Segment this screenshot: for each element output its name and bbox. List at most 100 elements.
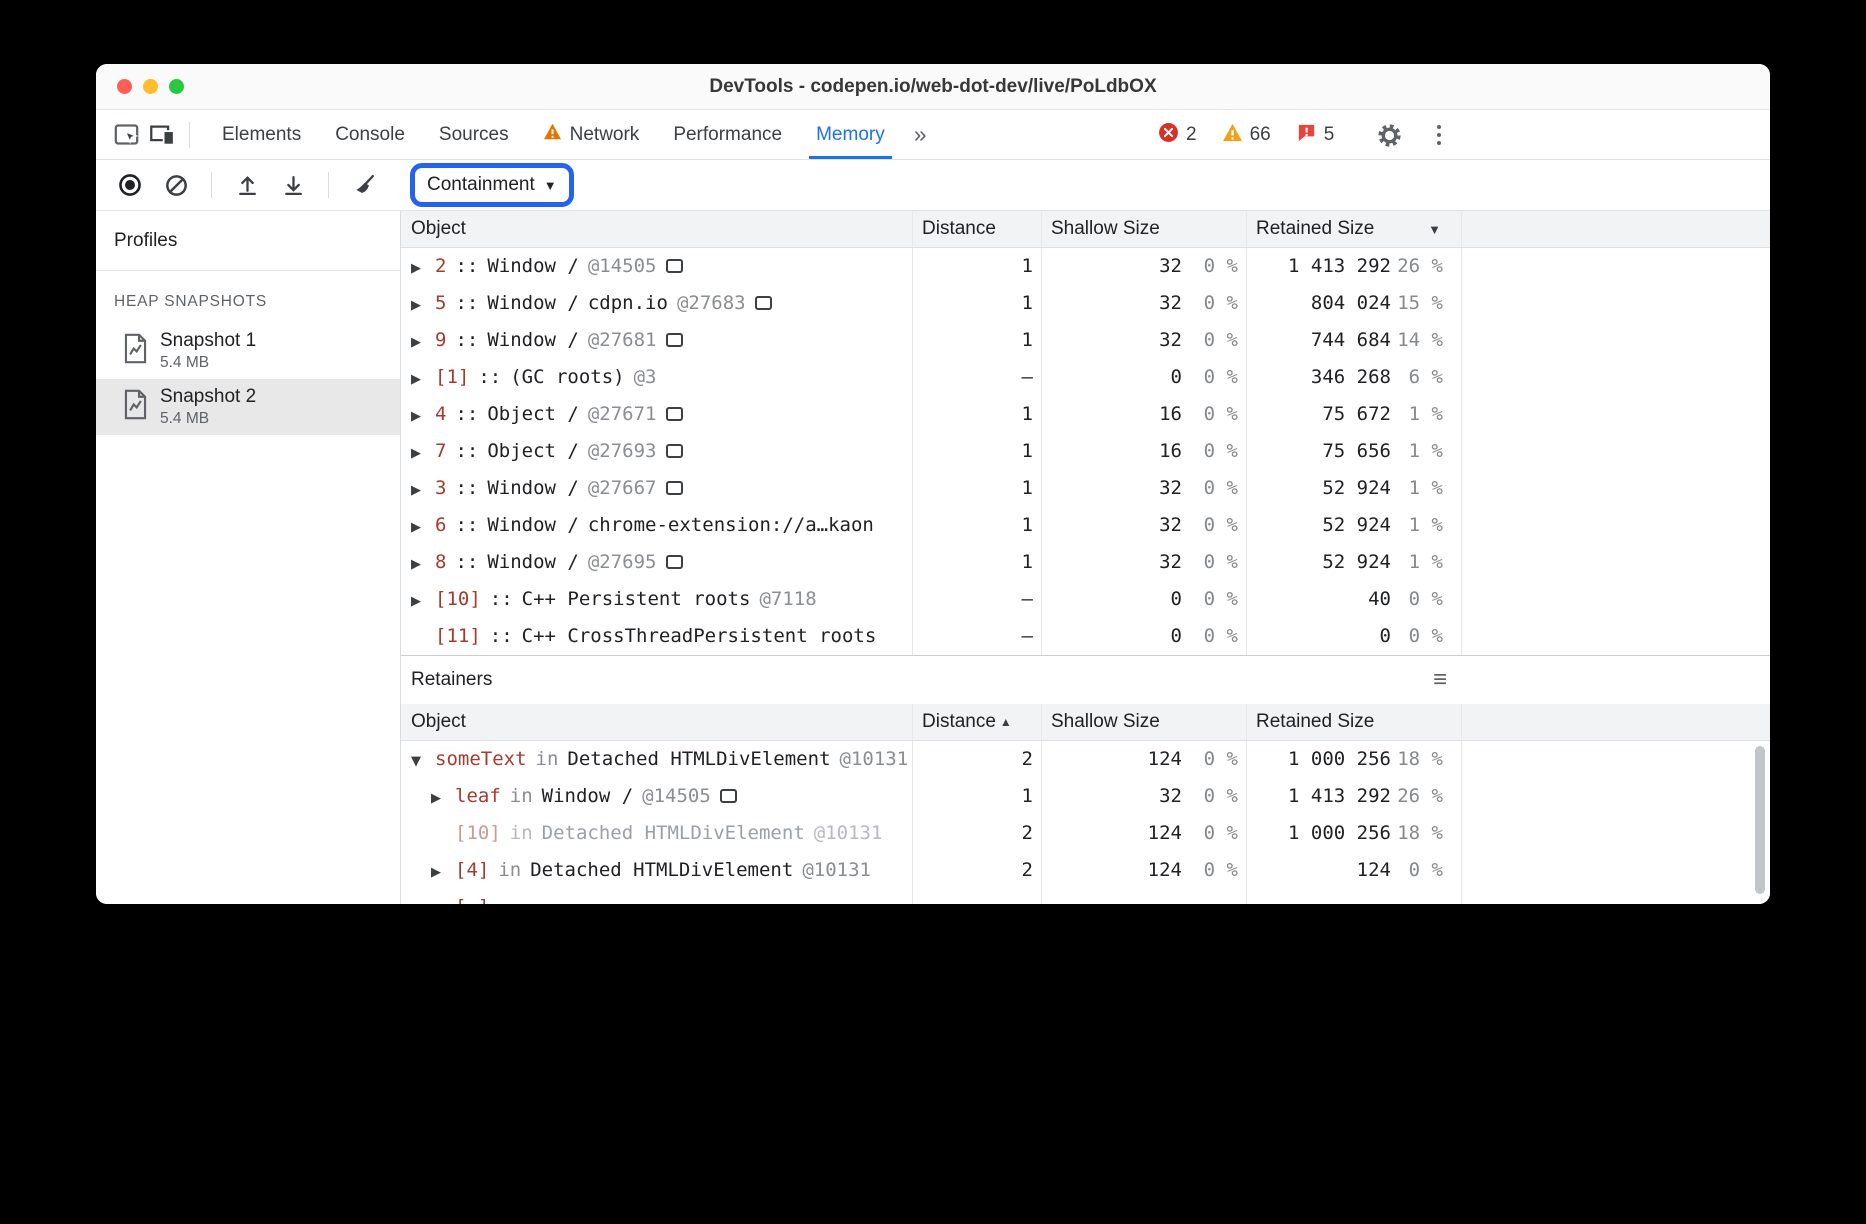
filler-cell xyxy=(1462,581,1770,618)
separator: :: xyxy=(455,440,478,462)
reveal-icon[interactable] xyxy=(666,259,683,273)
reveal-icon[interactable] xyxy=(666,444,683,458)
distance-cell: 1 xyxy=(913,285,1042,322)
inspect-element-icon[interactable] xyxy=(108,117,144,153)
minimize-button[interactable] xyxy=(143,79,158,94)
expand-arrow-icon[interactable]: ▶ xyxy=(411,398,435,433)
table-row[interactable]: ▶4::Object /@276711160 %75 6721 % xyxy=(401,396,1770,433)
expand-arrow-icon[interactable]: ▶ xyxy=(411,546,435,581)
tab-console[interactable]: Console xyxy=(318,110,422,159)
device-toolbar-icon[interactable] xyxy=(144,117,180,153)
object-name: Window / xyxy=(487,292,579,314)
table-row[interactable]: ▶[1]::(GC roots)@3–00 %346 2686 % xyxy=(401,359,1770,396)
retainers-bar: Retainers ≡ xyxy=(401,655,1770,704)
reveal-icon[interactable] xyxy=(666,333,683,347)
table-row[interactable]: ▶[10]::C++ Persistent roots@7118–00 %400… xyxy=(401,581,1770,618)
expand-arrow-icon[interactable]: ▶ xyxy=(411,583,435,618)
expand-arrow-icon[interactable]: ▶ xyxy=(431,780,455,815)
desktop-background: DevTools - codepen.io/web-dot-dev/live/P… xyxy=(0,0,1866,1224)
object-cell: ▶8::Window /@27695 xyxy=(401,544,913,581)
object-id: @3 xyxy=(634,366,657,388)
retained-size-percent: 18 % xyxy=(1391,741,1461,778)
reveal-icon[interactable] xyxy=(755,296,772,310)
column-header-retained-size[interactable]: Retained Size ▼ xyxy=(1247,211,1462,247)
column-header-object[interactable]: Object xyxy=(401,211,913,247)
retained-size-percent: 1 % xyxy=(1391,470,1461,507)
column-header-distance[interactable]: Distance xyxy=(913,211,1042,247)
tab-network[interactable]: Network xyxy=(526,110,657,159)
retained-size-cell: 52 9241 % xyxy=(1247,507,1462,544)
column-header-shallow-size[interactable]: Shallow Size xyxy=(1042,211,1247,247)
shallow-size-value: 16 xyxy=(1042,433,1182,470)
expand-arrow-icon[interactable]: ▶ xyxy=(431,854,455,889)
reveal-icon[interactable] xyxy=(666,555,683,569)
table-row[interactable]: [10]inDetached HTMLDivElement@1013121240… xyxy=(401,815,1770,852)
save-profile-button[interactable] xyxy=(273,165,313,205)
tab-label: Console xyxy=(335,124,405,146)
retainer-property: […] xyxy=(455,896,489,904)
column-header-distance[interactable]: Distance ▲ xyxy=(913,704,1042,740)
object-ordinal: 6 xyxy=(435,514,446,536)
table-row[interactable]: ▶6::Window /chrome-extension://a…kaon132… xyxy=(401,507,1770,544)
heap-snapshots-section-label: HEAP SNAPSHOTS xyxy=(114,293,400,311)
object-id: @7118 xyxy=(759,588,816,610)
separator: :: xyxy=(455,329,478,351)
expand-arrow-icon[interactable]: ▶ xyxy=(411,435,435,470)
scrollbar-thumb[interactable] xyxy=(1755,746,1765,894)
distance-cell: 1 xyxy=(913,507,1042,544)
snapshot-item[interactable]: Snapshot 25.4 MB xyxy=(96,379,400,435)
expand-arrow-icon[interactable]: ▶ xyxy=(411,509,435,544)
clear-profiles-button[interactable] xyxy=(156,165,196,205)
warning-counter[interactable]: 66 xyxy=(1222,123,1271,147)
shallow-size-cell: 320 % xyxy=(1042,322,1247,359)
snapshot-item[interactable]: Snapshot 15.4 MB xyxy=(96,323,400,379)
filler-cell xyxy=(1462,852,1770,889)
zoom-button[interactable] xyxy=(169,79,184,94)
column-header-object[interactable]: Object xyxy=(401,704,913,740)
retainers-title: Retainers xyxy=(411,669,492,691)
retained-size-percent: 15 % xyxy=(1391,285,1461,322)
table-row[interactable]: [11]::C++ CrossThreadPersistent roots–00… xyxy=(401,618,1770,655)
expand-arrow-icon[interactable]: ▶ xyxy=(411,324,435,359)
column-header-retained-size[interactable]: Retained Size xyxy=(1247,704,1462,740)
view-selector-dropdown[interactable]: Containment ▼ xyxy=(418,169,566,201)
tab-sources[interactable]: Sources xyxy=(422,110,526,159)
expand-arrow-icon[interactable]: ▶ xyxy=(411,287,435,322)
kebab-menu-icon[interactable] xyxy=(1421,117,1457,153)
record-heap-snapshot-button[interactable] xyxy=(110,165,150,205)
expand-arrow-icon[interactable]: ▶ xyxy=(411,472,435,507)
expand-arrow-icon[interactable]: ▶ xyxy=(411,361,435,396)
load-profile-button[interactable] xyxy=(227,165,267,205)
tab-performance[interactable]: Performance xyxy=(656,110,799,159)
table-row[interactable]: ▶leafinWindow /@145051320 %1 413 29226 % xyxy=(401,778,1770,815)
retainers-menu-icon[interactable]: ≡ xyxy=(1433,668,1447,692)
table-row[interactable]: ▶5::Window /cdpn.io@276831320 %804 02415… xyxy=(401,285,1770,322)
more-tabs-button[interactable]: » xyxy=(902,121,939,148)
table-row[interactable]: ▼someTextinDetached HTMLDivElement@10131… xyxy=(401,741,1770,778)
expand-arrow-icon[interactable]: ▼ xyxy=(411,743,435,778)
table-row[interactable]: […] xyxy=(401,889,1770,904)
table-row[interactable]: ▶3::Window /@276671320 %52 9241 % xyxy=(401,470,1770,507)
error-counter[interactable]: 2 xyxy=(1158,122,1197,148)
issues-counter[interactable]: 5 xyxy=(1296,122,1335,148)
retained-size-percent: 1 % xyxy=(1391,544,1461,581)
retained-size-value: 52 924 xyxy=(1247,544,1391,581)
table-row[interactable]: ▶7::Object /@276931160 %75 6561 % xyxy=(401,433,1770,470)
object-id: @27683 xyxy=(677,292,746,314)
table-row[interactable]: ▶2::Window /@145051320 %1 413 29226 % xyxy=(401,248,1770,285)
reveal-icon[interactable] xyxy=(720,789,737,803)
reveal-icon[interactable] xyxy=(666,407,683,421)
column-header-shallow-size[interactable]: Shallow Size xyxy=(1042,704,1247,740)
table-row[interactable]: ▶9::Window /@276811320 %744 68414 % xyxy=(401,322,1770,359)
expand-arrow-icon[interactable]: ▶ xyxy=(411,250,435,285)
clear-all-profiles-button[interactable] xyxy=(344,165,384,205)
reveal-icon[interactable] xyxy=(666,481,683,495)
settings-gear-icon[interactable] xyxy=(1371,117,1407,153)
column-header-filler xyxy=(1462,211,1770,247)
table-row[interactable]: ▶8::Window /@276951320 %52 9241 % xyxy=(401,544,1770,581)
retained-size-percent: 1 % xyxy=(1391,396,1461,433)
close-button[interactable] xyxy=(117,79,132,94)
table-row[interactable]: ▶[4]inDetached HTMLDivElement@1013121240… xyxy=(401,852,1770,889)
tab-memory[interactable]: Memory xyxy=(799,110,902,159)
tab-elements[interactable]: Elements xyxy=(205,110,318,159)
